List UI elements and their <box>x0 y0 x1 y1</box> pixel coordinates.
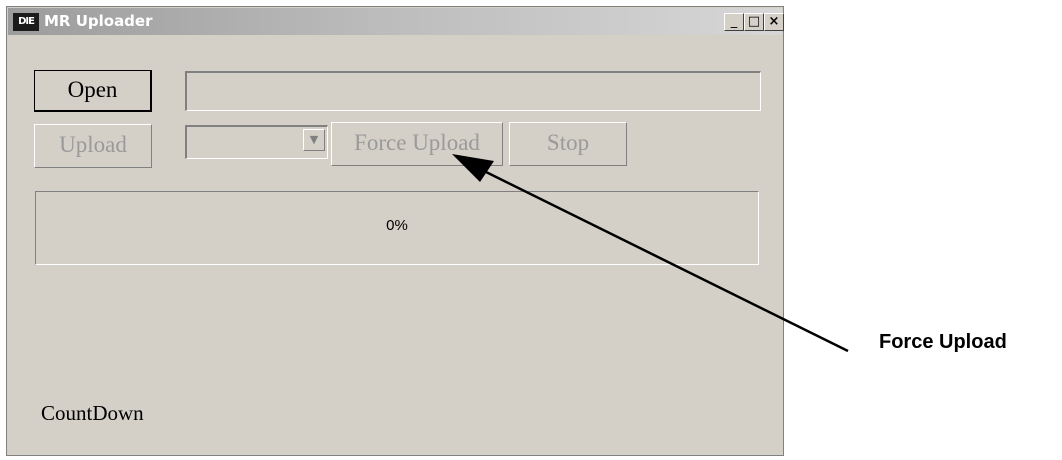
annotation-label: Force Upload <box>879 331 1007 353</box>
annotation-arrow <box>452 154 849 353</box>
